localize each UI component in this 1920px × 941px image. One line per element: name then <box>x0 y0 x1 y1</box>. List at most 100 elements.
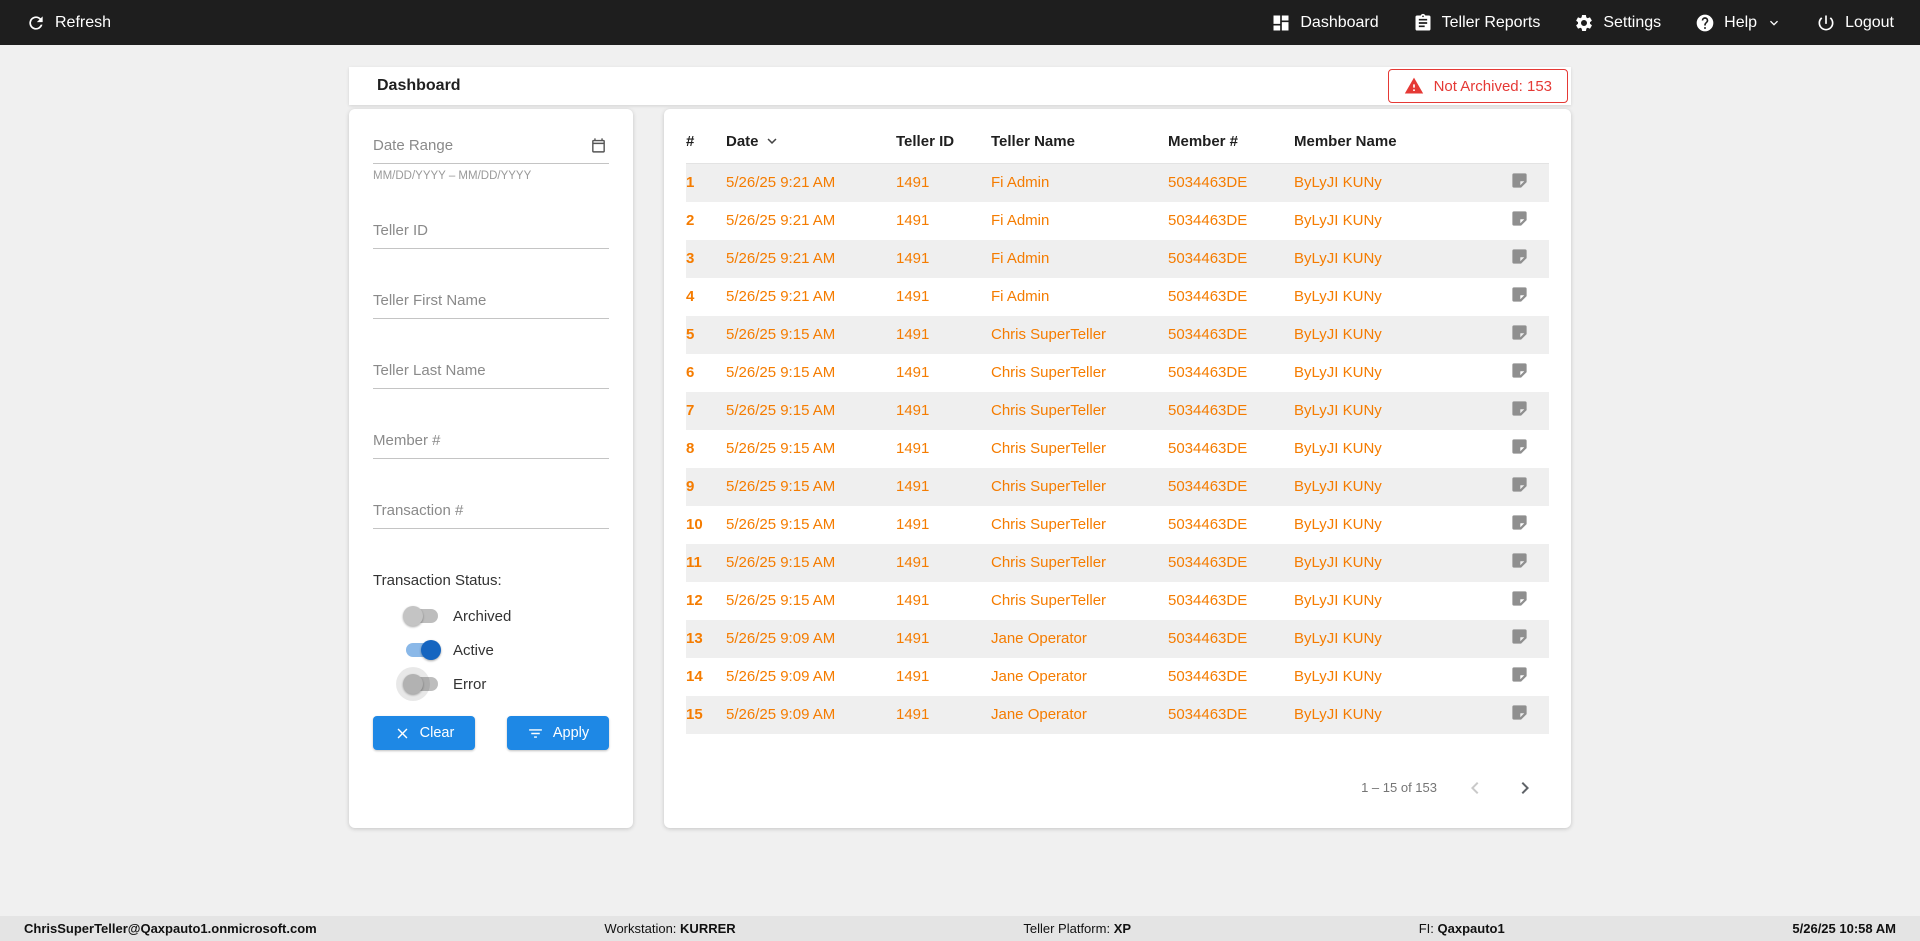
error-toggle[interactable] <box>396 667 441 701</box>
table-header-row: # Date Teller ID Teller Name Member # Me… <box>686 119 1549 164</box>
cell-teller-id: 1491 <box>896 440 930 457</box>
cell-row-number: 11 <box>686 554 702 571</box>
table-row[interactable]: 9 5/26/25 9:15 AM 1491 Chris SuperTeller… <box>686 467 1549 506</box>
table-row[interactable]: 13 5/26/25 9:09 AM 1491 Jane Operator 50… <box>686 619 1549 658</box>
nav-teller-reports[interactable]: Teller Reports <box>1413 13 1541 33</box>
col-notes <box>1489 119 1549 164</box>
note-icon[interactable] <box>1510 513 1529 532</box>
cell-member-name: ByLyJI KUNy <box>1294 516 1382 533</box>
cell-member-number: 5034463DE <box>1168 630 1248 647</box>
nav-settings-label: Settings <box>1603 13 1662 31</box>
note-icon[interactable] <box>1510 475 1529 494</box>
cell-teller-id: 1491 <box>896 288 930 305</box>
teller-last-name-input[interactable] <box>373 362 609 389</box>
error-toggle-row: Error <box>396 667 609 701</box>
table-row[interactable]: 14 5/26/25 9:09 AM 1491 Jane Operator 50… <box>686 658 1549 696</box>
cell-row-number: 2 <box>686 212 695 229</box>
table-row[interactable]: 6 5/26/25 9:15 AM 1491 Chris SuperTeller… <box>686 354 1549 392</box>
table-row[interactable]: 11 5/26/25 9:15 AM 1491 Chris SuperTelle… <box>686 543 1549 582</box>
note-icon[interactable] <box>1510 247 1529 266</box>
table-row[interactable]: 7 5/26/25 9:15 AM 1491 Chris SuperTeller… <box>686 391 1549 430</box>
cell-teller-name: Fi Admin <box>991 250 1050 267</box>
cell-teller-name: Chris SuperTeller <box>991 402 1107 419</box>
cell-teller-name: Jane Operator <box>991 706 1087 723</box>
next-page-button[interactable] <box>1513 776 1537 800</box>
table-row[interactable]: 1 5/26/25 9:21 AM 1491 Fi Admin 5034463D… <box>686 163 1549 202</box>
nav-teller-reports-label: Teller Reports <box>1441 13 1541 31</box>
status-fi: FI: Qaxpauto1 <box>1418 921 1505 936</box>
active-toggle-label: Active <box>453 641 494 659</box>
cell-member-name: ByLyJI KUNy <box>1294 402 1382 419</box>
help-icon <box>1695 13 1715 33</box>
filter-panel: MM/DD/YYYY – MM/DD/YYYY Transaction Stat… <box>349 109 633 828</box>
cell-date: 5/26/25 9:15 AM <box>726 326 836 343</box>
note-icon[interactable] <box>1510 551 1529 570</box>
note-icon[interactable] <box>1510 323 1529 342</box>
dashboard-icon <box>1271 13 1291 33</box>
table-row[interactable]: 15 5/26/25 9:09 AM 1491 Jane Operator 50… <box>686 695 1549 734</box>
cell-teller-name: Chris SuperTeller <box>991 592 1107 609</box>
prev-page-button[interactable] <box>1463 776 1487 800</box>
cell-member-number: 5034463DE <box>1168 668 1248 685</box>
transaction-number-input[interactable] <box>373 502 609 529</box>
cell-row-number: 5 <box>686 326 695 343</box>
status-bar: ChrisSuperTeller@Qaxpauto1.onmicrosoft.c… <box>0 916 1920 941</box>
table-row[interactable]: 8 5/26/25 9:15 AM 1491 Chris SuperTeller… <box>686 430 1549 468</box>
nav-settings[interactable]: Settings <box>1574 13 1661 33</box>
transaction-status-label: Transaction Status: <box>373 572 502 589</box>
table-row[interactable]: 2 5/26/25 9:21 AM 1491 Fi Admin 5034463D… <box>686 202 1549 240</box>
table-row[interactable]: 12 5/26/25 9:15 AM 1491 Chris SuperTelle… <box>686 582 1549 620</box>
clear-button[interactable]: Clear <box>373 716 475 750</box>
cell-teller-id: 1491 <box>896 706 930 723</box>
cell-teller-id: 1491 <box>896 174 930 192</box>
nav-logout[interactable]: Logout <box>1816 13 1894 33</box>
cell-member-name: ByLyJI KUNy <box>1294 592 1382 609</box>
nav-help[interactable]: Help <box>1695 13 1782 33</box>
cell-row-number: 3 <box>686 250 695 267</box>
cell-date: 5/26/25 9:15 AM <box>726 364 836 381</box>
cell-teller-name: Fi Admin <box>991 212 1050 229</box>
cell-row-number: 10 <box>686 516 703 533</box>
status-platform: Teller Platform: XP <box>1023 921 1132 936</box>
not-archived-badge-text: Not Archived: 153 <box>1433 77 1552 95</box>
cell-teller-name: Jane Operator <box>991 668 1087 685</box>
calendar-icon[interactable] <box>590 137 607 154</box>
archived-toggle[interactable] <box>403 606 441 626</box>
note-icon[interactable] <box>1510 589 1529 608</box>
apply-button[interactable]: Apply <box>507 716 609 750</box>
active-toggle[interactable] <box>403 640 441 660</box>
note-icon[interactable] <box>1510 209 1529 228</box>
note-icon[interactable] <box>1510 399 1529 418</box>
note-icon[interactable] <box>1510 285 1529 304</box>
transactions-table-card: # Date Teller ID Teller Name Member # Me… <box>664 109 1571 828</box>
note-icon[interactable] <box>1510 703 1529 722</box>
nav-dashboard[interactable]: Dashboard <box>1271 13 1379 33</box>
cell-teller-name: Chris SuperTeller <box>991 478 1107 495</box>
refresh-button[interactable]: Refresh <box>26 13 111 33</box>
table-row[interactable]: 5 5/26/25 9:15 AM 1491 Chris SuperTeller… <box>686 315 1549 354</box>
cell-date: 5/26/25 9:21 AM <box>726 250 836 267</box>
cell-teller-id: 1491 <box>896 554 930 571</box>
not-archived-badge[interactable]: Not Archived: 153 <box>1387 69 1568 103</box>
note-icon[interactable] <box>1510 361 1529 380</box>
col-date[interactable]: Date <box>726 119 896 164</box>
note-icon[interactable] <box>1510 171 1529 190</box>
table-row[interactable]: 10 5/26/25 9:15 AM 1491 Chris SuperTelle… <box>686 506 1549 544</box>
error-toggle-label: Error <box>453 675 487 693</box>
table-row[interactable]: 3 5/26/25 9:21 AM 1491 Fi Admin 5034463D… <box>686 239 1549 278</box>
teller-id-input[interactable] <box>373 222 609 249</box>
cell-row-number: 13 <box>686 630 703 647</box>
table-row[interactable]: 4 5/26/25 9:21 AM 1491 Fi Admin 5034463D… <box>686 278 1549 316</box>
note-icon[interactable] <box>1510 665 1529 684</box>
note-icon[interactable] <box>1510 437 1529 456</box>
cell-row-number: 15 <box>686 706 703 723</box>
cell-teller-name: Chris SuperTeller <box>991 326 1107 343</box>
cell-row-number: 9 <box>686 478 695 495</box>
date-range-input[interactable] <box>373 137 609 164</box>
member-number-input[interactable] <box>373 432 609 459</box>
cell-teller-name: Chris SuperTeller <box>991 554 1107 571</box>
cell-member-number: 5034463DE <box>1168 326 1248 343</box>
note-icon[interactable] <box>1510 627 1529 646</box>
cell-row-number: 12 <box>686 592 703 609</box>
teller-first-name-input[interactable] <box>373 292 609 319</box>
